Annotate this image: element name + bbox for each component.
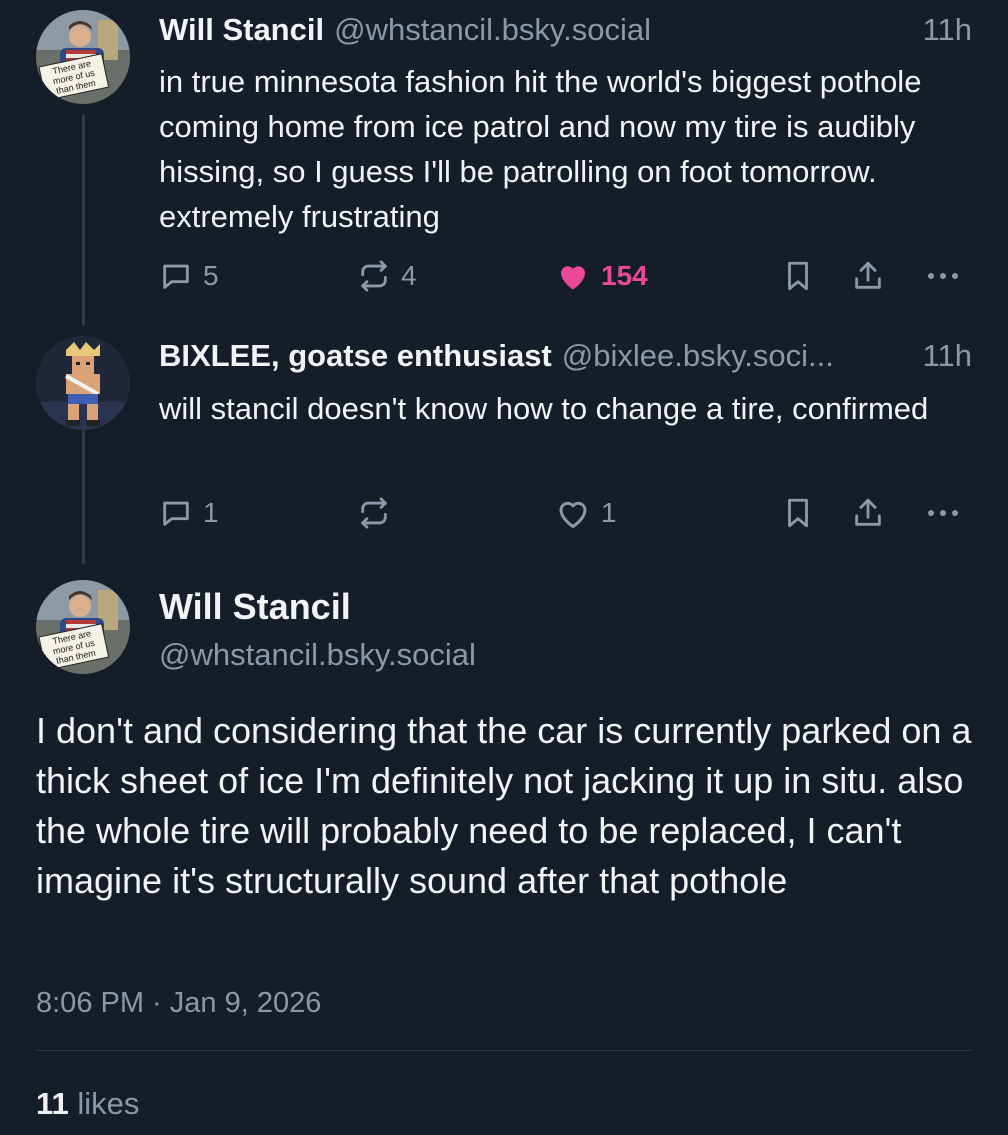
post-text: in true minnesota fashion hit the world'… (159, 64, 922, 234)
post-header: BIXLEE, goatse enthusiast @bixlee.bsky.s… (159, 338, 972, 374)
post-header: Will Stancil @whstancil.bsky.social 11h (159, 12, 972, 48)
author-name[interactable]: Will Stancil (159, 12, 324, 48)
post-actions: 1 1 (159, 493, 971, 533)
heart-icon (561, 266, 585, 290)
divider (36, 1050, 972, 1051)
author-handle[interactable]: @whstancil.bsky.social (334, 12, 914, 48)
like-count: 1 (601, 497, 617, 528)
author-name[interactable]: BIXLEE, goatse enthusiast (159, 338, 552, 374)
post-timestamp: 8:06 PM · Jan 9, 2026 (36, 987, 322, 1019)
avatar[interactable] (36, 336, 130, 430)
thread-line (82, 424, 85, 564)
more-button[interactable] (925, 493, 961, 533)
post-text: will stancil doesn't know how to change … (159, 391, 929, 426)
more-button[interactable] (925, 256, 961, 296)
repost-count: 4 (401, 260, 417, 291)
post-actions: 5 4 154 (159, 256, 971, 296)
repost-icon (361, 497, 387, 529)
repost-button[interactable]: 4 (357, 256, 417, 296)
more-icon (928, 510, 958, 516)
repost-button[interactable] (357, 493, 401, 533)
post-text: I don't and considering that the car is … (36, 710, 972, 901)
like-button[interactable]: 154 (555, 256, 648, 296)
share-button[interactable] (851, 256, 885, 296)
bookmark-icon (788, 261, 808, 291)
bookmark-button[interactable] (781, 256, 815, 296)
bookmark-button[interactable] (781, 493, 815, 533)
like-button[interactable]: 1 (555, 493, 617, 533)
reply-button[interactable]: 1 (159, 493, 219, 533)
likes-label: likes (77, 1086, 140, 1121)
post-time[interactable]: 11h (923, 12, 972, 48)
share-button[interactable] (851, 493, 885, 533)
likes-count: 11 (36, 1086, 69, 1121)
author-name[interactable]: Will Stancil (159, 586, 351, 628)
reply-icon (163, 501, 189, 526)
like-count: 154 (601, 260, 648, 291)
author-handle[interactable]: @bixlee.bsky.soci... (562, 338, 915, 374)
author-handle[interactable]: @whstancil.bsky.social (159, 636, 476, 674)
more-icon (928, 273, 958, 279)
avatar[interactable]: There are more of us than them (36, 10, 130, 104)
bookmark-icon (788, 498, 808, 528)
likes-summary[interactable]: 11 likes (36, 1084, 139, 1124)
reply-count: 5 (203, 260, 219, 291)
repost-icon (361, 260, 387, 292)
reply-icon (163, 264, 189, 289)
thread-line (82, 114, 85, 326)
reply-button[interactable]: 5 (159, 256, 219, 296)
heart-icon (559, 501, 587, 528)
post-time[interactable]: 11h (923, 338, 972, 374)
avatar[interactable]: There are more of us than them (36, 580, 130, 674)
reply-count: 1 (203, 497, 219, 528)
share-icon (855, 498, 881, 526)
share-icon (855, 261, 881, 289)
post-thread: There are more of us than them Will Stan… (0, 0, 1008, 1135)
